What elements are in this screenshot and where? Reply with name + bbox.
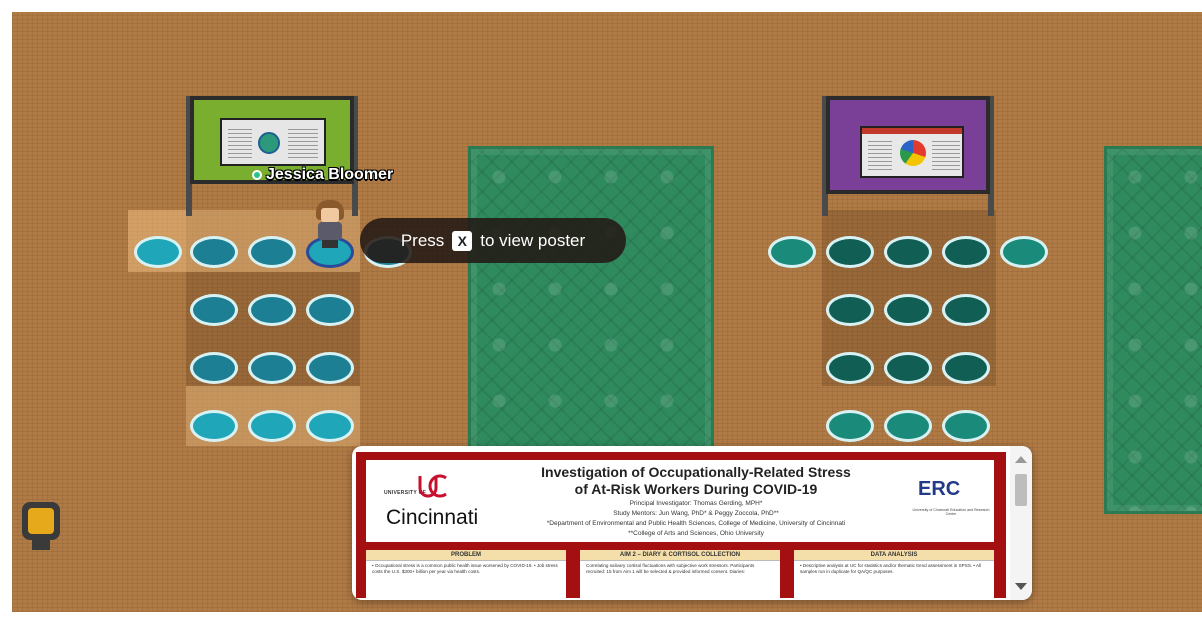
lamp-base xyxy=(32,540,50,550)
scroll-down-icon[interactable] xyxy=(1015,583,1027,590)
spot-pad[interactable] xyxy=(768,236,816,268)
spot-pad[interactable] xyxy=(248,352,296,384)
poster-title-line-2: of At-Risk Workers During COVID-19 xyxy=(574,481,818,497)
scrollbar-thumb[interactable] xyxy=(1015,474,1027,506)
x-key-icon: X xyxy=(452,230,473,251)
section-text: Correlating salivary cortisol fluctuatio… xyxy=(586,563,755,574)
poster-title: Investigation of Occupationally-Related … xyxy=(506,464,886,498)
panel-scrollbar[interactable] xyxy=(1010,446,1032,600)
poster-mentors: Study Mentors: Jun Wang, PhD* & Peggy Zo… xyxy=(613,510,779,517)
section-heading: DATA ANALYSIS xyxy=(794,550,994,561)
spot-pad[interactable] xyxy=(942,236,990,268)
spot-pad[interactable] xyxy=(248,294,296,326)
spot-pad[interactable] xyxy=(306,410,354,442)
carpet-center xyxy=(468,146,714,462)
lamp-object xyxy=(18,502,64,554)
spot-pad[interactable] xyxy=(190,294,238,326)
spot-pad[interactable] xyxy=(190,352,238,384)
spot-pad[interactable] xyxy=(1000,236,1048,268)
spot-pad[interactable] xyxy=(306,294,354,326)
spot-pad[interactable] xyxy=(942,294,990,326)
thumb-lines-right xyxy=(288,128,318,158)
spot-pad[interactable] xyxy=(826,236,874,268)
avatar-body xyxy=(318,222,342,240)
player-nametag: Jessica Bloomer xyxy=(252,166,393,184)
erc-subtitle: University of Cincinnati Education and R… xyxy=(912,508,990,516)
poster-header: UNIVERSITY OF Cincinnati Investigation o… xyxy=(366,460,994,542)
poster-thumbnail-purple xyxy=(860,126,964,178)
carpet-right xyxy=(1104,146,1202,514)
section-heading: AIM 2 – DIARY & CORTISOL COLLECTION xyxy=(580,550,780,561)
poster-preview-panel[interactable]: UNIVERSITY OF Cincinnati Investigation o… xyxy=(352,446,1032,600)
spot-pad[interactable] xyxy=(134,236,182,268)
poster-board-purple[interactable] xyxy=(826,96,990,194)
spot-pad[interactable] xyxy=(884,294,932,326)
spot-pad[interactable] xyxy=(190,410,238,442)
globe-icon xyxy=(258,132,280,154)
spot-pad[interactable] xyxy=(826,352,874,384)
poster-section-problem: PROBLEM • Occupational stress is a commo… xyxy=(366,550,566,600)
thumb-lines-purple-left xyxy=(868,140,892,170)
spot-pad[interactable] xyxy=(884,236,932,268)
poster-affiliation-2: **College of Arts and Sciences, Ohio Uni… xyxy=(628,530,764,537)
poster-section-data-analysis: DATA ANALYSIS • Descriptive analysis at … xyxy=(794,550,994,600)
spot-pad[interactable] xyxy=(884,352,932,384)
erc-logo: ERC xyxy=(918,478,961,500)
scroll-up-icon[interactable] xyxy=(1015,456,1027,463)
section-text: • Occupational stress is a common public… xyxy=(372,563,558,574)
spot-pad[interactable] xyxy=(826,410,874,442)
uc-logo-icon xyxy=(418,474,447,498)
spot-pad[interactable] xyxy=(942,410,990,442)
spot-pad[interactable] xyxy=(248,236,296,268)
poster-thumbnail-green xyxy=(220,118,326,166)
poster-affiliation-1: *Department of Environmental and Public … xyxy=(546,520,846,527)
prompt-press-text: Press xyxy=(400,230,445,250)
avatar-legs xyxy=(322,240,338,248)
section-text: • Descriptive analysis at UC for statist… xyxy=(800,563,982,574)
spot-pad[interactable] xyxy=(884,410,932,442)
view-poster-prompt: Press X to view poster xyxy=(360,218,626,263)
thumb-lines-left xyxy=(228,128,252,158)
spot-pad[interactable] xyxy=(248,410,296,442)
spot-pad[interactable] xyxy=(306,352,354,384)
spot-pad[interactable] xyxy=(190,236,238,268)
online-status-icon xyxy=(252,170,262,180)
player-name: Jessica Bloomer xyxy=(266,166,394,183)
avatar-face xyxy=(321,208,339,222)
poster-investigator: Principal Investigator: Thomas Gerding, … xyxy=(629,500,763,507)
prompt-action-text: to view poster xyxy=(480,230,586,250)
spot-pad[interactable] xyxy=(826,294,874,326)
thumb-lines-purple-right xyxy=(932,140,960,170)
section-heading: PROBLEM xyxy=(366,550,566,561)
spot-pad[interactable] xyxy=(942,352,990,384)
poster-image[interactable]: UNIVERSITY OF Cincinnati Investigation o… xyxy=(356,452,1006,600)
poster-title-line-1: Investigation of Occupationally-Related … xyxy=(541,464,851,480)
player-avatar xyxy=(312,200,348,250)
pie-chart-icon xyxy=(900,140,926,166)
university-name: Cincinnati xyxy=(386,506,479,529)
poster-section-aim2: AIM 2 – DIARY & CORTISOL COLLECTION Corr… xyxy=(580,550,780,600)
thumb-header-bar xyxy=(862,128,962,134)
lamp-light xyxy=(28,508,54,534)
